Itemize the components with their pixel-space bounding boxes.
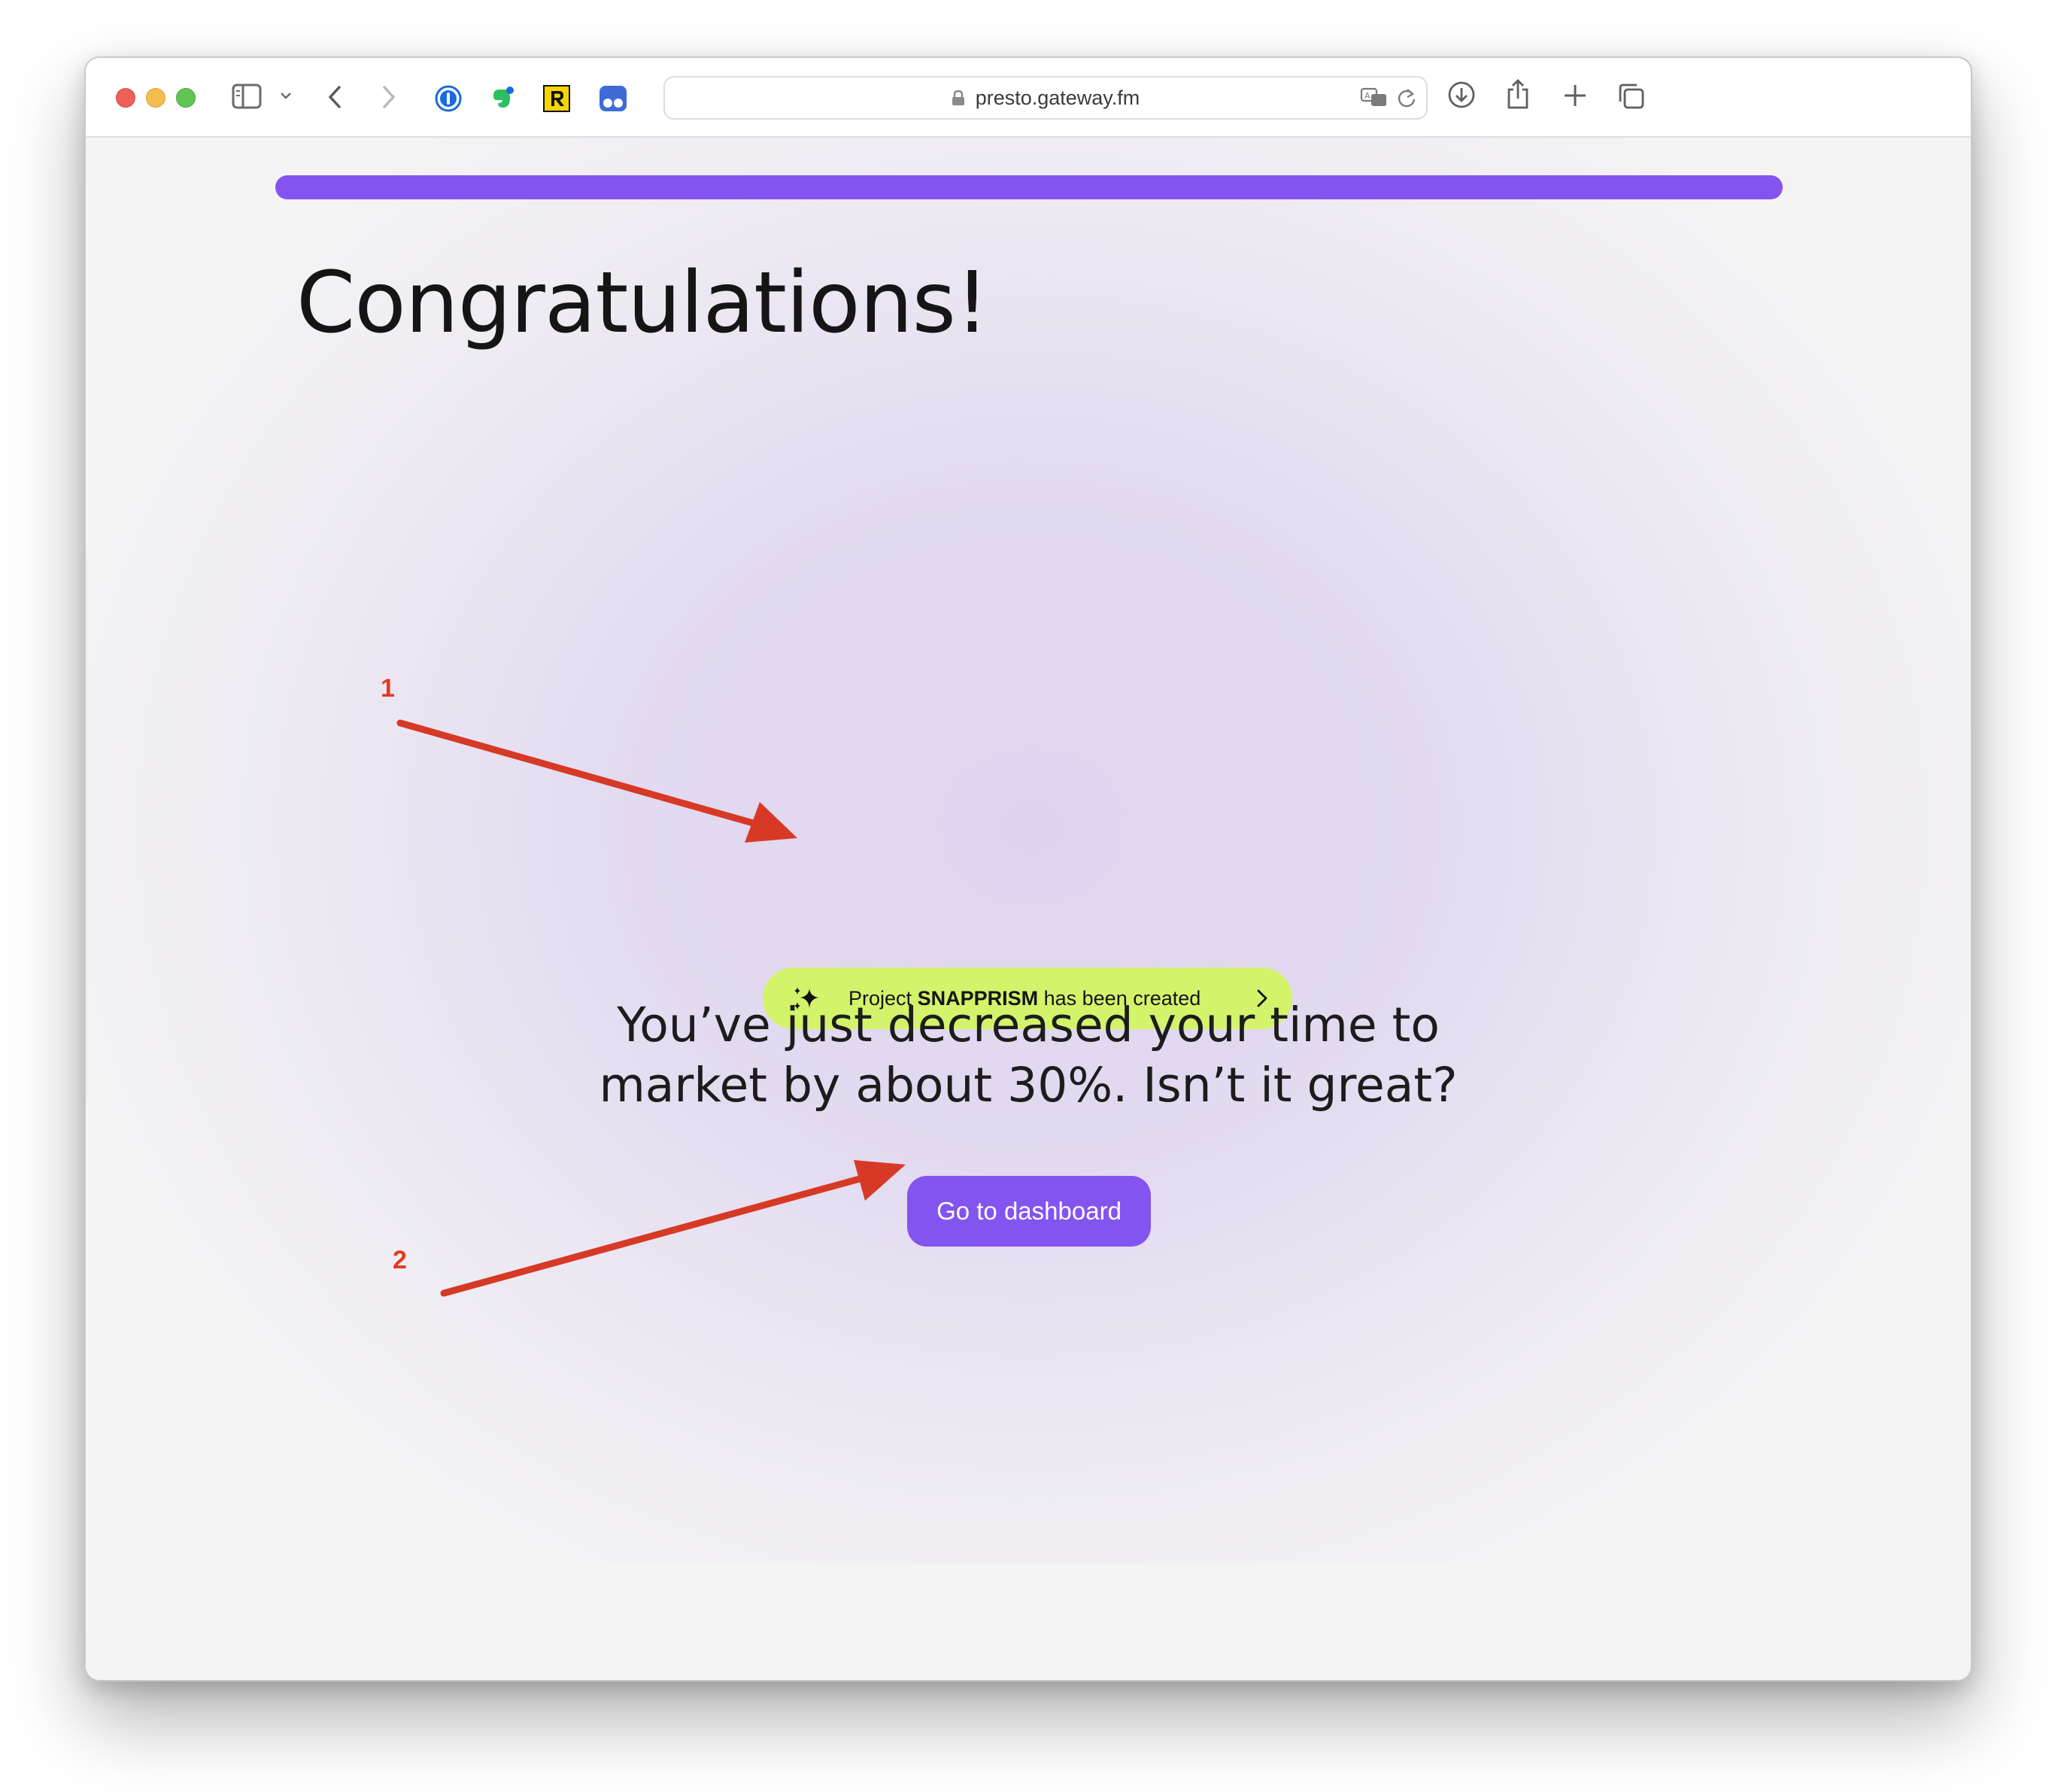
svg-text:A: A xyxy=(1364,91,1371,101)
chevron-right-icon xyxy=(383,86,395,108)
sidebar-menu-chevron[interactable] xyxy=(280,91,292,100)
extension-1password[interactable] xyxy=(435,85,462,112)
tab-overview-icon xyxy=(1619,84,1644,109)
translate-button[interactable]: A xyxy=(1360,87,1389,111)
translate-icon: A xyxy=(1360,87,1386,106)
message-line-1: You’ve just decreased your time to xyxy=(617,998,1440,1052)
share-button[interactable] xyxy=(1504,77,1531,111)
zoom-window-button[interactable] xyxy=(176,88,196,108)
address-url: presto.gateway.fm xyxy=(975,86,1140,109)
readwise-reader-icon xyxy=(543,85,570,112)
evernote-icon xyxy=(493,87,514,108)
extension-evernote[interactable] xyxy=(487,85,515,112)
chevron-down-icon xyxy=(281,93,291,99)
back-button[interactable] xyxy=(326,85,343,109)
reload-button[interactable] xyxy=(1396,87,1417,112)
chevron-left-icon xyxy=(329,86,341,108)
lock-icon xyxy=(952,90,964,105)
page-title: Congratulations! xyxy=(296,254,989,352)
browser-toolbar: presto.gateway.fm A xyxy=(86,58,1971,138)
tab-manager-icon xyxy=(600,86,627,111)
plus-icon xyxy=(1565,85,1586,106)
go-to-dashboard-button[interactable]: Go to dashboard xyxy=(907,1176,1151,1247)
extension-tab-manager[interactable] xyxy=(599,85,627,112)
progress-bar xyxy=(275,175,1783,199)
extension-readwise-reader[interactable] xyxy=(543,85,570,112)
address-bar[interactable]: presto.gateway.fm A xyxy=(663,76,1428,120)
new-tab-button[interactable] xyxy=(1562,82,1589,109)
share-icon xyxy=(1507,79,1528,109)
annotation-label-2: 2 xyxy=(393,1246,407,1274)
sidebar-toggle-button[interactable] xyxy=(232,84,262,109)
browser-window: presto.gateway.fm A Congratulations! Pro… xyxy=(84,56,1972,1681)
tab-overview-button[interactable] xyxy=(1617,82,1646,111)
minimize-window-button[interactable] xyxy=(146,88,165,108)
forward-button[interactable] xyxy=(381,85,397,109)
success-message: You’ve just decreased your time to marke… xyxy=(577,995,1480,1116)
annotation-label-1: 1 xyxy=(381,674,395,703)
downloads-button[interactable] xyxy=(1447,80,1476,109)
1password-icon xyxy=(435,85,462,112)
reload-icon xyxy=(1398,89,1416,108)
page-content: Congratulations! Project SNAPPRISM has b… xyxy=(86,138,1971,1680)
message-line-2: market by about 30%. Isn’t it great? xyxy=(599,1058,1458,1113)
sidebar-icon xyxy=(232,84,262,109)
close-window-button[interactable] xyxy=(116,88,135,108)
download-icon xyxy=(1448,81,1475,108)
